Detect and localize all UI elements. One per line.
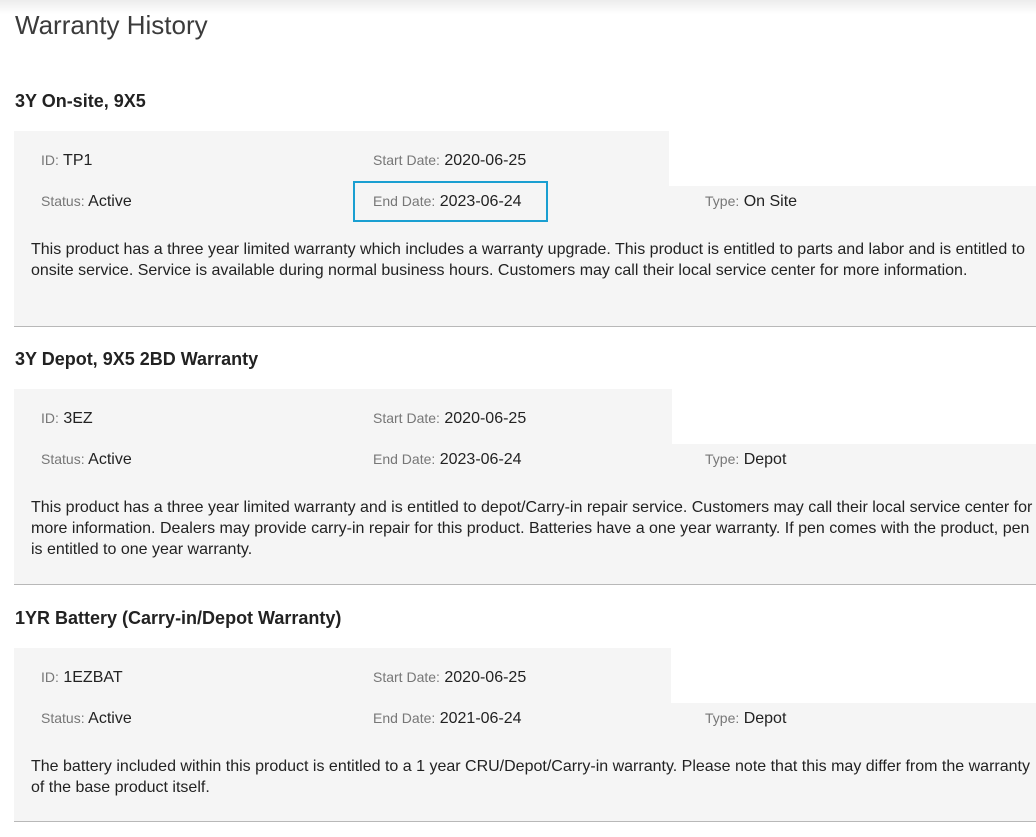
start-date-value: 2020-06-25 [444, 669, 527, 686]
section-divider [14, 821, 1036, 822]
id-label: ID: [41, 152, 59, 168]
start-date-field: Start Date: 2020-06-25 [373, 410, 526, 428]
start-date-field: Start Date: 2020-06-25 [373, 152, 526, 170]
warranty-description: This product has a three year limited wa… [31, 499, 1033, 558]
status-field: Status: Active [41, 193, 132, 211]
id-value: TP1 [63, 152, 93, 169]
start-date-field: Start Date: 2020-06-25 [373, 669, 526, 687]
id-label: ID: [41, 669, 59, 685]
warranty-title: 1YR Battery (Carry-in/Depot Warranty) [15, 608, 342, 628]
start-date-value: 2020-06-25 [444, 410, 527, 427]
status-value: Active [88, 193, 132, 210]
section-divider [14, 326, 1036, 327]
warranty-description: This product has a three year limited wa… [31, 241, 1026, 279]
status-field: Status: Active [41, 451, 132, 469]
type-label: Type: [705, 710, 740, 726]
warranty-id-field: ID: 3EZ [41, 410, 93, 428]
end-date-value: 2021-06-24 [439, 710, 522, 727]
warranty-description: The battery included within this product… [31, 758, 1030, 796]
end-date-label: End Date: [373, 710, 436, 726]
end-date-value: 2023-06-24 [439, 451, 522, 468]
status-label: Status: [41, 710, 85, 726]
id-label: ID: [41, 410, 59, 426]
type-field: Type: Depot [705, 710, 786, 728]
warranty-title: 3Y Depot, 9X5 2BD Warranty [15, 349, 259, 369]
warranty-panel-top [14, 131, 669, 187]
type-value: Depot [743, 451, 787, 468]
start-date-value: 2020-06-25 [444, 152, 527, 169]
type-value: Depot [743, 710, 787, 727]
section-divider [14, 584, 1036, 585]
end-date-field: End Date: 2023-06-24 [373, 451, 522, 469]
status-field: Status: Active [41, 710, 132, 728]
id-value: 1EZBAT [63, 669, 123, 686]
end-date-label: End Date: [373, 451, 436, 467]
start-date-label: Start Date: [373, 669, 440, 685]
status-value: Active [88, 451, 132, 468]
status-label: Status: [41, 193, 85, 209]
type-label: Type: [705, 451, 740, 467]
warranty-id-field: ID: 1EZBAT [41, 669, 123, 687]
status-value: Active [88, 710, 132, 727]
end-date-highlight-box [353, 181, 548, 222]
type-field: Type: On Site [705, 193, 797, 211]
warranty-title: 3Y On-site, 9X5 [15, 91, 146, 111]
warranty-panel-top [14, 389, 672, 445]
start-date-label: Start Date: [373, 410, 440, 426]
page-title: Warranty History [15, 10, 208, 40]
type-value: On Site [743, 193, 798, 210]
type-field: Type: Depot [705, 451, 786, 469]
end-date-field: End Date: 2021-06-24 [373, 710, 522, 728]
warranty-id-field: ID: TP1 [41, 152, 92, 170]
start-date-label: Start Date: [373, 152, 440, 168]
id-value: 3EZ [63, 410, 93, 427]
type-label: Type: [705, 193, 740, 209]
status-label: Status: [41, 451, 85, 467]
